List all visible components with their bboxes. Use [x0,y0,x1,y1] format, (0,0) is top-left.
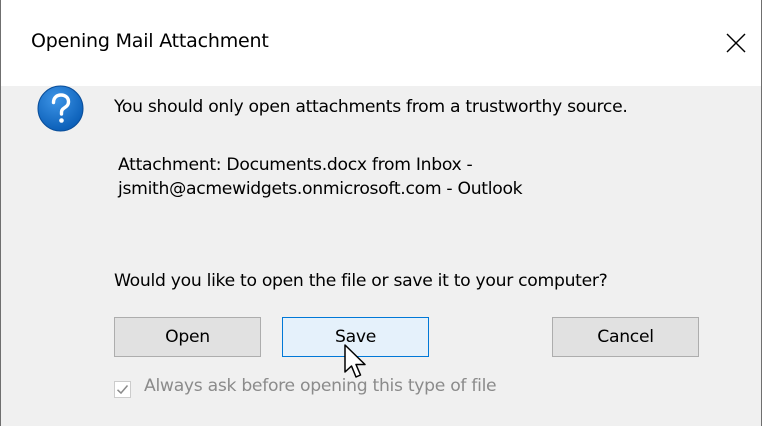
open-or-save-question: Would you like to open the file or save … [114,271,608,291]
dialog-title: Opening Mail Attachment [31,30,269,52]
close-icon [726,33,746,53]
checkmark-icon [116,385,129,395]
title-bar: Opening Mail Attachment [1,0,761,86]
trust-warning-text: You should only open attachments from a … [114,97,628,117]
always-ask-label: Always ask before opening this type of f… [144,376,497,396]
cancel-button[interactable]: Cancel [552,317,699,357]
opening-mail-attachment-dialog: Opening Mail Attachment You should only … [0,0,762,426]
dialog-body [1,86,761,426]
attachment-info-line-1: Attachment: Documents.docx from Inbox - [118,155,473,175]
pointer-cursor-icon [344,344,366,378]
question-icon [37,85,84,132]
attachment-info-line-2: jsmith@acmewidgets.onmicrosoft.com - Out… [118,179,523,199]
open-button[interactable]: Open [114,317,261,357]
close-button[interactable] [709,14,761,72]
always-ask-checkbox[interactable] [114,381,131,398]
